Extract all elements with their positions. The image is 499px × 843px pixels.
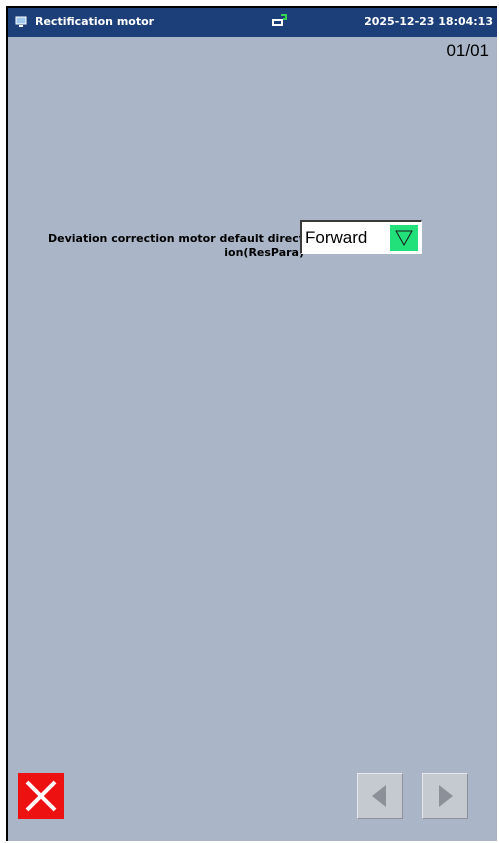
monitor-icon: [15, 16, 27, 27]
motor-direction-select[interactable]: Forward: [300, 220, 422, 254]
close-button[interactable]: [18, 773, 64, 819]
prev-page-icon: [372, 785, 386, 807]
motor-direction-label: Deviation correction motor default direc…: [48, 232, 304, 259]
triangle-down-icon: [395, 230, 413, 247]
datetime-display: 2025-12-23 18:04:13: [364, 15, 493, 28]
title-bar: Rectification motor 2025-12-23 18:04:13: [8, 8, 497, 37]
next-page-button[interactable]: [422, 773, 468, 819]
close-icon: [25, 780, 57, 812]
next-page-icon: [439, 785, 453, 807]
app-window: Rectification motor 2025-12-23 18:04:13 …: [6, 6, 497, 841]
dropdown-arrow-button[interactable]: [390, 225, 418, 251]
motor-direction-value: Forward: [305, 228, 368, 247]
network-status-icon: [272, 14, 287, 26]
previous-page-button[interactable]: [357, 773, 403, 819]
window-title: Rectification motor: [35, 15, 155, 28]
page-indicator: 01/01: [446, 41, 489, 60]
